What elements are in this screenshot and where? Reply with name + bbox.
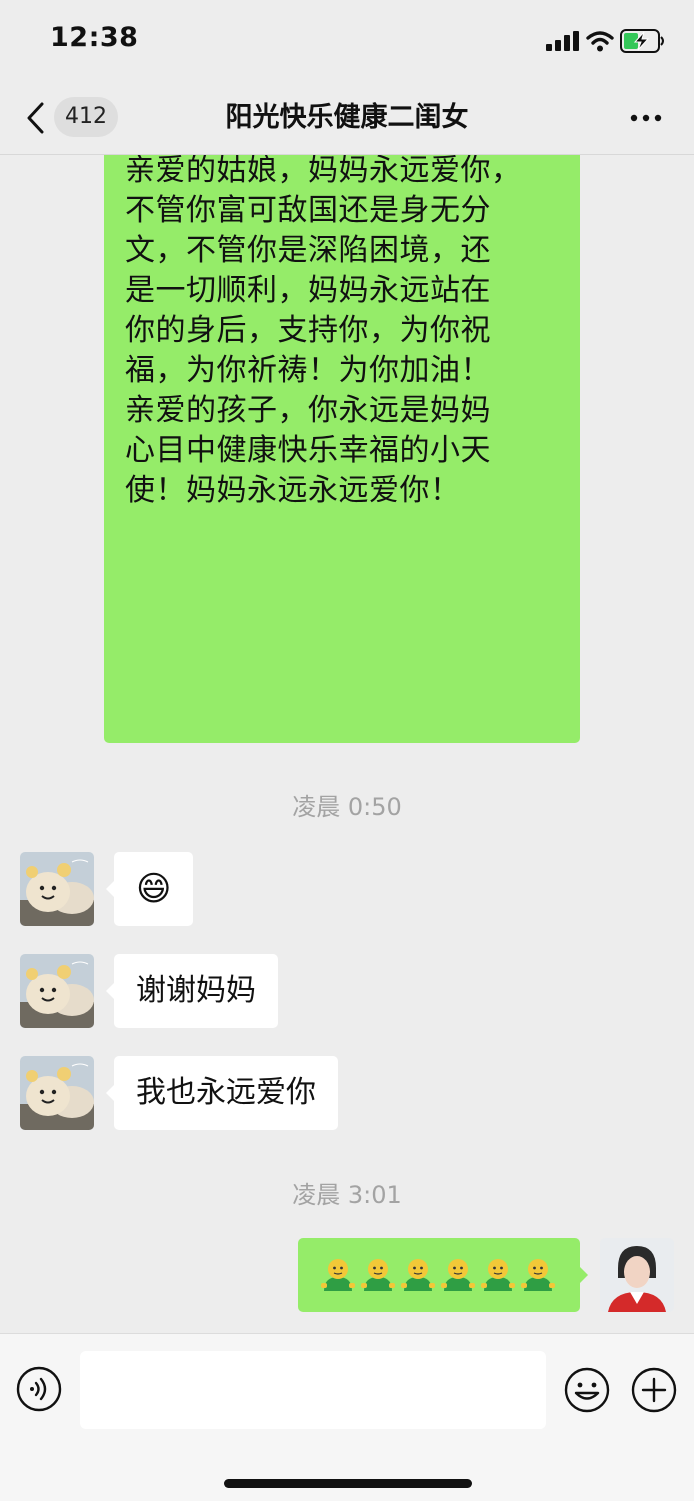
chat-title: 阳光快乐健康二闺女 (225, 102, 469, 133)
contact-avatar[interactable] (20, 852, 94, 926)
wifi-icon (586, 31, 614, 52)
received-text-message[interactable]: 谢谢妈妈 (106, 954, 278, 1028)
contact-avatar[interactable] (20, 954, 94, 1028)
figure-emoji-icon (321, 1259, 355, 1291)
sent-emoji-message[interactable] (298, 1238, 588, 1312)
message-input[interactable] (80, 1351, 546, 1429)
voice-icon[interactable] (16, 1366, 62, 1412)
figure-emoji-icon (361, 1259, 395, 1291)
more-dots-icon[interactable] (628, 106, 664, 130)
emoji-icon[interactable] (563, 1366, 611, 1414)
contact-avatar[interactable] (20, 1056, 94, 1130)
received-emoji-message[interactable]: 😄 (105, 852, 194, 926)
figure-emoji-icon (481, 1259, 515, 1291)
nav-bar: 412 阳光快乐健康二闺女 (0, 82, 694, 155)
received-text-message[interactable]: 我也永远爱你 (106, 1056, 338, 1130)
status-bar: 12:38 (0, 0, 694, 82)
figure-emoji-icon (441, 1259, 475, 1291)
signal-icon (546, 31, 579, 51)
plus-icon[interactable] (630, 1366, 678, 1414)
timestamp: 凌晨 3:01 (292, 1181, 402, 1209)
timestamp: 凌晨 0:50 (292, 793, 402, 821)
figure-emoji-icon (521, 1259, 555, 1291)
figure-emoji-icon (401, 1259, 435, 1291)
sent-text-message[interactable]: 怎可与价值定义。 亲爱的姑娘，妈妈永远爱你， 不管你富可敌国还是身无分 文，不管… (104, 155, 580, 743)
status-time: 12:38 (50, 22, 139, 53)
message-list[interactable]: 怎可与价值定义。 亲爱的姑娘，妈妈永远爱你， 不管你富可敌国还是身无分 文，不管… (0, 155, 694, 1332)
self-avatar[interactable] (600, 1238, 674, 1312)
battery-charging-icon (620, 29, 664, 53)
emoji-row (321, 1259, 555, 1291)
input-bar (0, 1333, 694, 1501)
home-indicator (224, 1479, 472, 1488)
